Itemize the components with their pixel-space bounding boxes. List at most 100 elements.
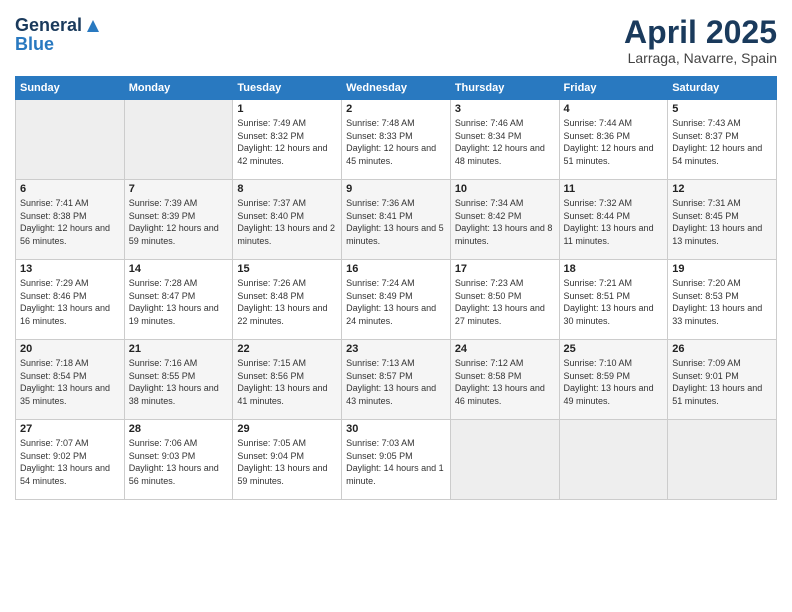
logo-general: General — [15, 15, 82, 36]
calendar-cell: 27 Sunrise: 7:07 AMSunset: 9:02 PMDaylig… — [16, 420, 125, 500]
day-detail: Sunrise: 7:29 AMSunset: 8:46 PMDaylight:… — [20, 277, 120, 327]
calendar-cell: 26 Sunrise: 7:09 AMSunset: 9:01 PMDaylig… — [668, 340, 777, 420]
col-friday: Friday — [559, 77, 668, 100]
calendar-cell: 8 Sunrise: 7:37 AMSunset: 8:40 PMDayligh… — [233, 180, 342, 260]
day-number: 2 — [346, 103, 446, 115]
day-detail: Sunrise: 7:43 AMSunset: 8:37 PMDaylight:… — [672, 117, 772, 167]
calendar-week-2: 13 Sunrise: 7:29 AMSunset: 8:46 PMDaylig… — [16, 260, 777, 340]
day-detail: Sunrise: 7:06 AMSunset: 9:03 PMDaylight:… — [129, 437, 229, 487]
calendar-cell: 10 Sunrise: 7:34 AMSunset: 8:42 PMDaylig… — [450, 180, 559, 260]
logo-icon — [84, 17, 102, 35]
day-detail: Sunrise: 7:18 AMSunset: 8:54 PMDaylight:… — [20, 357, 120, 407]
day-number: 20 — [20, 343, 120, 355]
calendar-cell: 30 Sunrise: 7:03 AMSunset: 9:05 PMDaylig… — [342, 420, 451, 500]
day-detail: Sunrise: 7:39 AMSunset: 8:39 PMDaylight:… — [129, 197, 229, 247]
calendar-cell — [16, 100, 125, 180]
day-detail: Sunrise: 7:26 AMSunset: 8:48 PMDaylight:… — [237, 277, 337, 327]
day-number: 22 — [237, 343, 337, 355]
title-block: April 2025 Larraga, Navarre, Spain — [624, 15, 777, 66]
calendar-cell: 29 Sunrise: 7:05 AMSunset: 9:04 PMDaylig… — [233, 420, 342, 500]
day-detail: Sunrise: 7:46 AMSunset: 8:34 PMDaylight:… — [455, 117, 555, 167]
calendar-cell: 7 Sunrise: 7:39 AMSunset: 8:39 PMDayligh… — [124, 180, 233, 260]
calendar-cell: 17 Sunrise: 7:23 AMSunset: 8:50 PMDaylig… — [450, 260, 559, 340]
day-detail: Sunrise: 7:23 AMSunset: 8:50 PMDaylight:… — [455, 277, 555, 327]
day-number: 12 — [672, 183, 772, 195]
day-number: 28 — [129, 423, 229, 435]
header-row: Sunday Monday Tuesday Wednesday Thursday… — [16, 77, 777, 100]
day-number: 30 — [346, 423, 446, 435]
day-number: 8 — [237, 183, 337, 195]
day-detail: Sunrise: 7:41 AMSunset: 8:38 PMDaylight:… — [20, 197, 120, 247]
day-number: 15 — [237, 263, 337, 275]
day-number: 1 — [237, 103, 337, 115]
col-monday: Monday — [124, 77, 233, 100]
col-saturday: Saturday — [668, 77, 777, 100]
calendar-cell: 11 Sunrise: 7:32 AMSunset: 8:44 PMDaylig… — [559, 180, 668, 260]
calendar-cell: 22 Sunrise: 7:15 AMSunset: 8:56 PMDaylig… — [233, 340, 342, 420]
day-number: 17 — [455, 263, 555, 275]
calendar-week-1: 6 Sunrise: 7:41 AMSunset: 8:38 PMDayligh… — [16, 180, 777, 260]
calendar-week-3: 20 Sunrise: 7:18 AMSunset: 8:54 PMDaylig… — [16, 340, 777, 420]
day-number: 6 — [20, 183, 120, 195]
header: General Blue April 2025 Larraga, Navarre… — [15, 15, 777, 66]
day-detail: Sunrise: 7:31 AMSunset: 8:45 PMDaylight:… — [672, 197, 772, 247]
calendar-week-4: 27 Sunrise: 7:07 AMSunset: 9:02 PMDaylig… — [16, 420, 777, 500]
calendar-cell — [450, 420, 559, 500]
calendar-cell: 25 Sunrise: 7:10 AMSunset: 8:59 PMDaylig… — [559, 340, 668, 420]
day-number: 25 — [564, 343, 664, 355]
calendar-cell: 2 Sunrise: 7:48 AMSunset: 8:33 PMDayligh… — [342, 100, 451, 180]
calendar-week-0: 1 Sunrise: 7:49 AMSunset: 8:32 PMDayligh… — [16, 100, 777, 180]
calendar-cell — [559, 420, 668, 500]
calendar-cell: 14 Sunrise: 7:28 AMSunset: 8:47 PMDaylig… — [124, 260, 233, 340]
day-number: 13 — [20, 263, 120, 275]
day-number: 9 — [346, 183, 446, 195]
page-container: General Blue April 2025 Larraga, Navarre… — [0, 0, 792, 612]
day-detail: Sunrise: 7:16 AMSunset: 8:55 PMDaylight:… — [129, 357, 229, 407]
calendar-cell: 19 Sunrise: 7:20 AMSunset: 8:53 PMDaylig… — [668, 260, 777, 340]
calendar-cell — [124, 100, 233, 180]
day-detail: Sunrise: 7:36 AMSunset: 8:41 PMDaylight:… — [346, 197, 446, 247]
day-detail: Sunrise: 7:44 AMSunset: 8:36 PMDaylight:… — [564, 117, 664, 167]
day-detail: Sunrise: 7:05 AMSunset: 9:04 PMDaylight:… — [237, 437, 337, 487]
calendar-cell: 3 Sunrise: 7:46 AMSunset: 8:34 PMDayligh… — [450, 100, 559, 180]
calendar-subtitle: Larraga, Navarre, Spain — [624, 50, 777, 66]
day-detail: Sunrise: 7:21 AMSunset: 8:51 PMDaylight:… — [564, 277, 664, 327]
calendar-cell: 5 Sunrise: 7:43 AMSunset: 8:37 PMDayligh… — [668, 100, 777, 180]
day-number: 29 — [237, 423, 337, 435]
calendar-cell: 6 Sunrise: 7:41 AMSunset: 8:38 PMDayligh… — [16, 180, 125, 260]
calendar-cell: 23 Sunrise: 7:13 AMSunset: 8:57 PMDaylig… — [342, 340, 451, 420]
day-detail: Sunrise: 7:24 AMSunset: 8:49 PMDaylight:… — [346, 277, 446, 327]
calendar-cell: 9 Sunrise: 7:36 AMSunset: 8:41 PMDayligh… — [342, 180, 451, 260]
calendar-cell: 4 Sunrise: 7:44 AMSunset: 8:36 PMDayligh… — [559, 100, 668, 180]
calendar-table: Sunday Monday Tuesday Wednesday Thursday… — [15, 76, 777, 500]
calendar-cell: 20 Sunrise: 7:18 AMSunset: 8:54 PMDaylig… — [16, 340, 125, 420]
day-detail: Sunrise: 7:03 AMSunset: 9:05 PMDaylight:… — [346, 437, 446, 487]
day-detail: Sunrise: 7:32 AMSunset: 8:44 PMDaylight:… — [564, 197, 664, 247]
day-number: 14 — [129, 263, 229, 275]
col-tuesday: Tuesday — [233, 77, 342, 100]
logo-blue: Blue — [15, 34, 54, 55]
day-detail: Sunrise: 7:09 AMSunset: 9:01 PMDaylight:… — [672, 357, 772, 407]
day-number: 18 — [564, 263, 664, 275]
day-number: 24 — [455, 343, 555, 355]
day-detail: Sunrise: 7:12 AMSunset: 8:58 PMDaylight:… — [455, 357, 555, 407]
calendar-cell: 1 Sunrise: 7:49 AMSunset: 8:32 PMDayligh… — [233, 100, 342, 180]
day-number: 4 — [564, 103, 664, 115]
day-detail: Sunrise: 7:48 AMSunset: 8:33 PMDaylight:… — [346, 117, 446, 167]
calendar-cell: 13 Sunrise: 7:29 AMSunset: 8:46 PMDaylig… — [16, 260, 125, 340]
day-number: 7 — [129, 183, 229, 195]
calendar-cell: 24 Sunrise: 7:12 AMSunset: 8:58 PMDaylig… — [450, 340, 559, 420]
day-detail: Sunrise: 7:07 AMSunset: 9:02 PMDaylight:… — [20, 437, 120, 487]
logo: General Blue — [15, 15, 102, 55]
col-sunday: Sunday — [16, 77, 125, 100]
day-detail: Sunrise: 7:20 AMSunset: 8:53 PMDaylight:… — [672, 277, 772, 327]
calendar-cell: 18 Sunrise: 7:21 AMSunset: 8:51 PMDaylig… — [559, 260, 668, 340]
day-detail: Sunrise: 7:15 AMSunset: 8:56 PMDaylight:… — [237, 357, 337, 407]
day-number: 19 — [672, 263, 772, 275]
day-detail: Sunrise: 7:28 AMSunset: 8:47 PMDaylight:… — [129, 277, 229, 327]
col-wednesday: Wednesday — [342, 77, 451, 100]
day-number: 11 — [564, 183, 664, 195]
calendar-cell: 16 Sunrise: 7:24 AMSunset: 8:49 PMDaylig… — [342, 260, 451, 340]
calendar-cell: 15 Sunrise: 7:26 AMSunset: 8:48 PMDaylig… — [233, 260, 342, 340]
day-number: 3 — [455, 103, 555, 115]
